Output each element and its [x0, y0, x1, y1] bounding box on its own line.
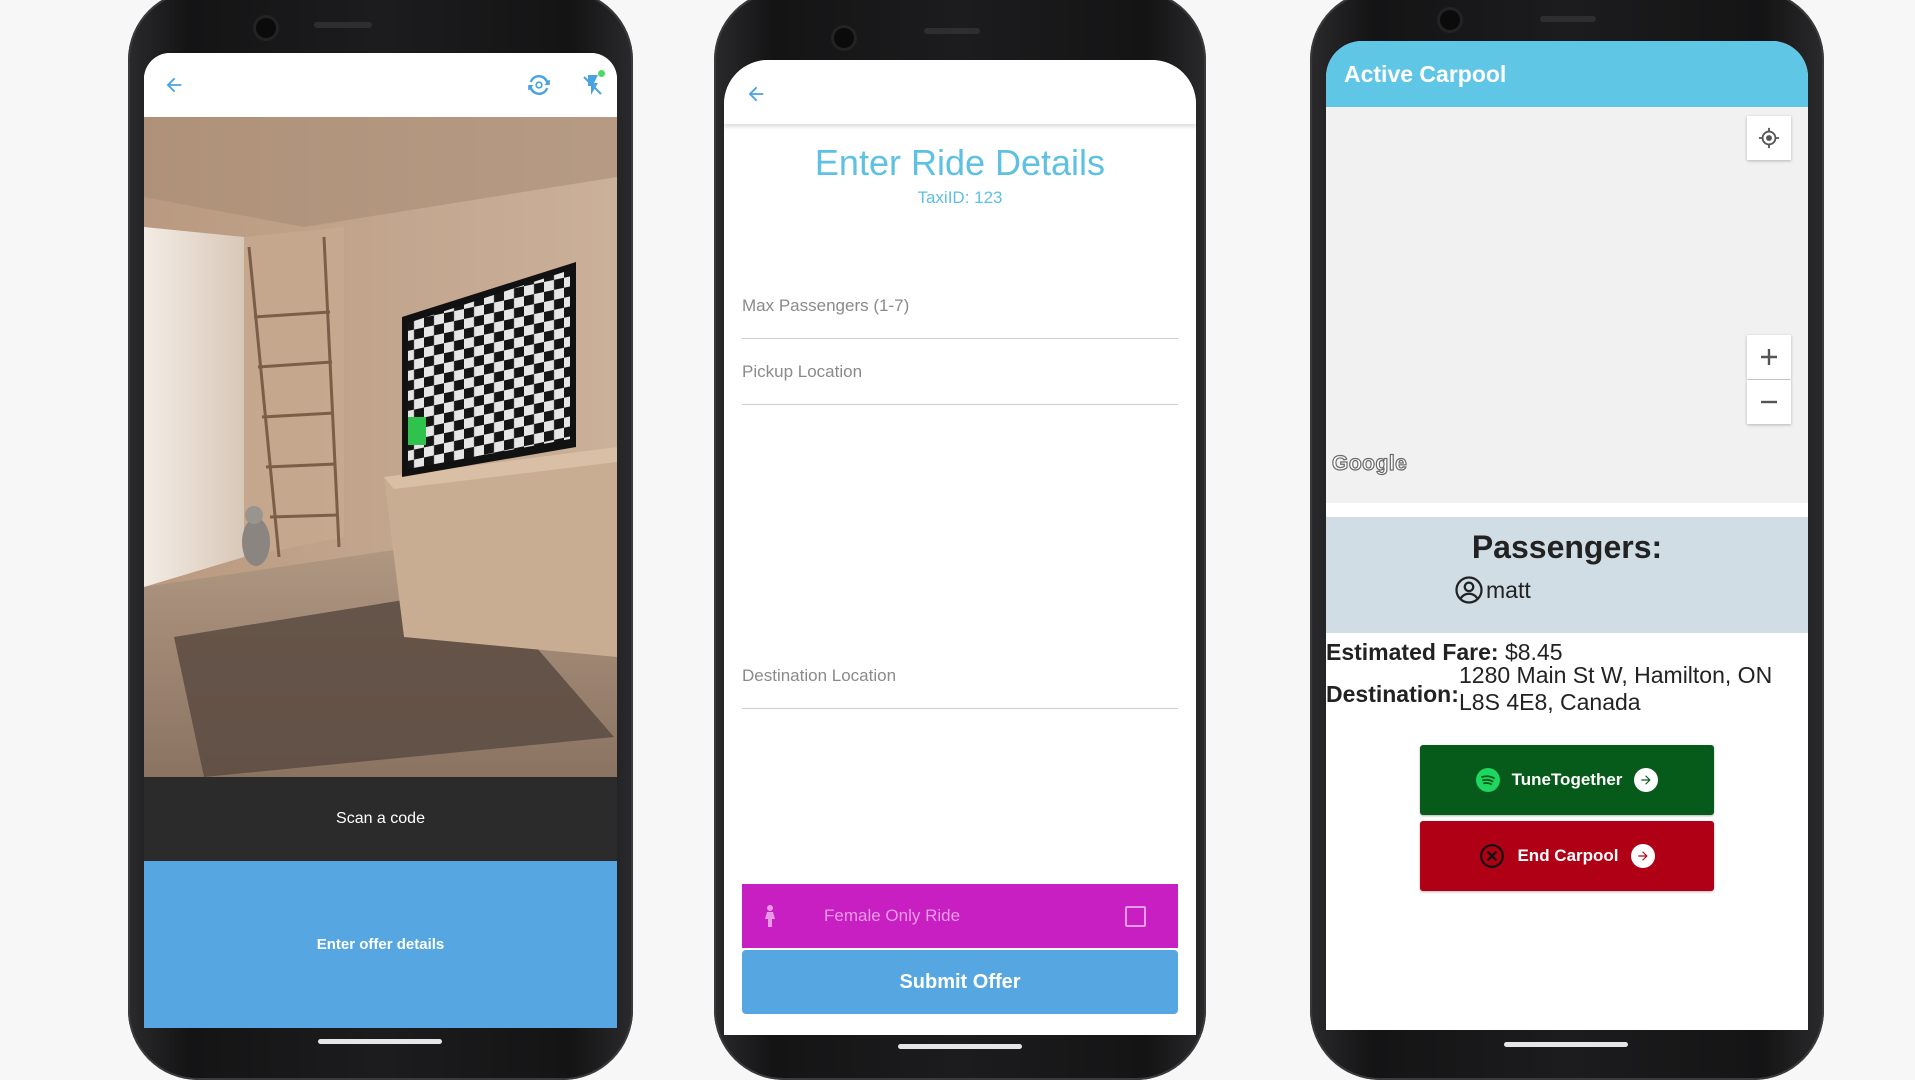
arrow-forward-icon [1630, 844, 1655, 868]
passenger-name: matt [1486, 576, 1531, 603]
scanner-screen: Scan a code Enter offer details [144, 53, 617, 1028]
indicator-dot [598, 70, 605, 77]
field-placeholder: Max Passengers (1-7) [742, 296, 910, 315]
field-placeholder: Destination Location [742, 666, 897, 685]
scan-prompt: Scan a code [144, 777, 617, 861]
phone-ride-form: Enter Ride Details TaxiID: 123 Max Passe… [714, 0, 1206, 1080]
passengers-panel: Passengers: matt [1326, 517, 1808, 633]
earpiece [314, 22, 372, 28]
enter-offer-details-button[interactable]: Enter offer details [144, 861, 617, 1028]
cancel-icon [1479, 843, 1505, 869]
pickup-location-field[interactable]: Pickup Location [742, 338, 1178, 405]
list-item: matt [1454, 573, 1531, 607]
tunetogether-button[interactable]: TuneTogether [1420, 745, 1714, 815]
destination-label: Destination: [1326, 681, 1459, 707]
camera-preview [144, 117, 617, 777]
passengers-title: Passengers: [1471, 529, 1663, 565]
submit-offer-button[interactable]: Submit Offer [742, 950, 1178, 1014]
earpiece [1540, 16, 1596, 22]
ride-form-app-bar [724, 60, 1196, 124]
female-only-checkbox[interactable] [1125, 906, 1146, 927]
arrow-forward-icon [1634, 768, 1659, 792]
page-title: Enter Ride Details [814, 142, 1106, 183]
home-indicator[interactable] [898, 1044, 1022, 1049]
account-circle-icon [1454, 575, 1484, 605]
map-view[interactable]: Google [1326, 107, 1808, 503]
field-placeholder: Pickup Location [742, 362, 863, 381]
button-label: TuneTogether [1511, 770, 1623, 789]
google-logo: Google [1331, 451, 1408, 475]
home-indicator[interactable] [1504, 1042, 1628, 1047]
flash-off-icon[interactable] [575, 67, 611, 103]
camera-switch-icon[interactable] [521, 67, 557, 103]
home-indicator[interactable] [318, 1039, 442, 1044]
earpiece [924, 28, 980, 34]
spotify-icon [1475, 768, 1500, 792]
active-carpool-screen: Active Carpool Google Passengers: matt E… [1326, 41, 1808, 1030]
female-icon [764, 905, 776, 932]
front-camera [256, 18, 276, 38]
front-camera [1440, 10, 1460, 30]
my-location-icon[interactable] [1747, 116, 1791, 160]
front-camera [834, 28, 854, 48]
ride-form-screen: Enter Ride Details TaxiID: 123 Max Passe… [724, 60, 1196, 1035]
destination-value: 1280 Main St W, Hamilton, ON L8S 4E8, Ca… [1459, 662, 1773, 715]
end-carpool-button[interactable]: End Carpool [1420, 821, 1714, 891]
page-title: Active Carpool [1344, 61, 1507, 87]
arrow-back-icon[interactable] [738, 76, 774, 112]
max-passengers-field[interactable]: Max Passengers (1-7) [742, 210, 1178, 339]
minus-icon[interactable] [1747, 380, 1791, 424]
female-only-ride-toggle[interactable]: Female Only Ride [742, 884, 1178, 948]
scanner-app-bar [144, 53, 617, 117]
female-only-label: Female Only Ride [824, 906, 961, 925]
phone-active-carpool: Active Carpool Google Passengers: matt E… [1310, 0, 1824, 1080]
phone-scanner: Scan a code Enter offer details [128, 0, 633, 1080]
destination-location-field[interactable]: Destination Location [742, 406, 1178, 709]
plus-icon[interactable] [1747, 335, 1791, 379]
active-carpool-app-bar: Active Carpool [1326, 41, 1808, 107]
taxi-id: TaxiID: 123 [917, 188, 1003, 207]
arrow-back-icon[interactable] [156, 67, 192, 103]
button-label: End Carpool [1517, 846, 1619, 865]
